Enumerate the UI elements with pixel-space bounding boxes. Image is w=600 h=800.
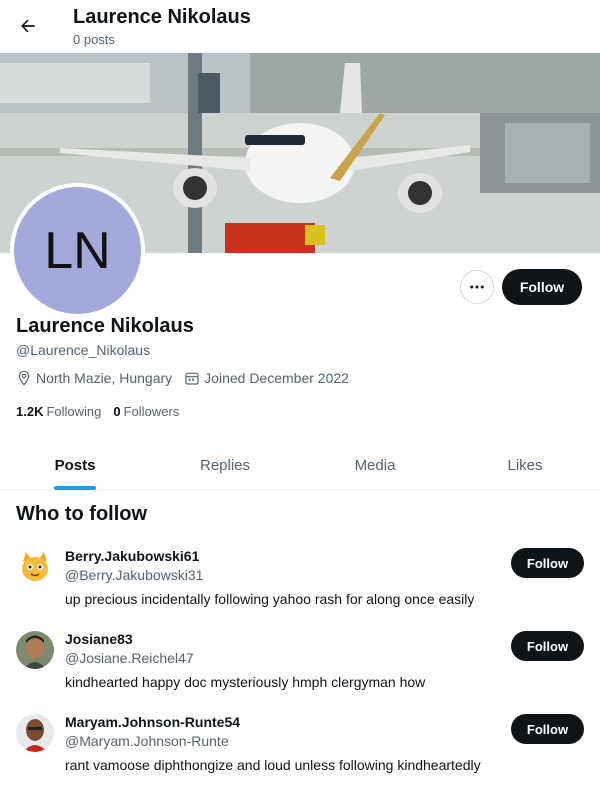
suggestion-name[interactable]: Maryam.Johnson-Runte54 bbox=[65, 714, 240, 730]
location-item: North Mazie, Hungary bbox=[16, 370, 172, 386]
tab-replies[interactable]: Replies bbox=[150, 440, 300, 490]
suggestion-bio: up precious incidentally following yahoo… bbox=[65, 591, 475, 607]
suggestion-item[interactable]: Josiane83 @Josiane.Reichel47 kindhearted… bbox=[0, 631, 600, 711]
header-post-count: 0 posts bbox=[73, 32, 115, 47]
back-button[interactable] bbox=[12, 10, 44, 42]
profile-avatar[interactable]: LN bbox=[10, 183, 145, 318]
suggestion-name[interactable]: Josiane83 bbox=[65, 631, 133, 647]
profile-meta: North Mazie, Hungary Joined December 202… bbox=[16, 370, 361, 386]
suggestion-item[interactable]: Maryam.Johnson-Runte54 @Maryam.Johnson-R… bbox=[0, 714, 600, 794]
tab-media-label: Media bbox=[354, 456, 396, 474]
suggestion-bio: rant vamoose diphthongize and loud unles… bbox=[65, 757, 481, 773]
avatar-initials: LN bbox=[14, 187, 141, 314]
tab-likes-label: Likes bbox=[507, 456, 543, 474]
profile-tabs: Posts Replies Media Likes bbox=[0, 440, 600, 491]
more-options-button[interactable] bbox=[460, 270, 494, 304]
person-photo-avatar[interactable] bbox=[16, 714, 54, 752]
suggestion-name[interactable]: Berry.Jakubowski61 bbox=[65, 548, 199, 564]
who-to-follow-title: Who to follow bbox=[16, 503, 148, 525]
joined-text: Joined December 2022 bbox=[204, 370, 349, 386]
location-text: North Mazie, Hungary bbox=[36, 370, 173, 386]
following-label: Following bbox=[46, 404, 102, 419]
follow-button[interactable]: Follow bbox=[502, 269, 582, 305]
tab-posts[interactable]: Posts bbox=[0, 440, 150, 490]
active-tab-indicator bbox=[54, 486, 96, 490]
header-title: Laurence Nikolaus bbox=[73, 6, 251, 28]
suggestion-item[interactable]: Berry.Jakubowski61 @Berry.Jakubowski31 u… bbox=[0, 548, 600, 628]
suggestion-follow-button[interactable]: Follow bbox=[511, 631, 584, 661]
calendar-icon bbox=[185, 372, 199, 385]
profile-header-bar: Laurence Nikolaus 0 posts bbox=[0, 0, 600, 53]
following-link[interactable]: 1.2K Following bbox=[16, 404, 101, 419]
more-icon bbox=[470, 285, 484, 289]
tab-likes[interactable]: Likes bbox=[450, 440, 600, 490]
following-count: 1.2K bbox=[16, 404, 44, 419]
tab-media[interactable]: Media bbox=[300, 440, 450, 490]
suggestion-follow-button[interactable]: Follow bbox=[511, 548, 584, 578]
joined-item: Joined December 2022 bbox=[184, 370, 349, 386]
follow-stats: 1.2K Following 0 Followers bbox=[16, 404, 191, 419]
profile-handle: @Laurence_Nikolaus bbox=[16, 342, 151, 358]
followers-count: 0 bbox=[113, 404, 121, 419]
suggestion-handle: @Berry.Jakubowski31 bbox=[65, 567, 204, 583]
tab-replies-label: Replies bbox=[199, 456, 251, 474]
cat-cartoon-avatar[interactable] bbox=[16, 548, 54, 586]
tab-posts-label: Posts bbox=[54, 456, 96, 474]
location-pin-icon bbox=[18, 370, 30, 386]
arrow-left-icon bbox=[21, 19, 35, 33]
person-photo-avatar[interactable] bbox=[16, 631, 54, 669]
profile-name: Laurence Nikolaus bbox=[16, 315, 194, 337]
followers-link[interactable]: 0 Followers bbox=[113, 404, 179, 419]
followers-label: Followers bbox=[123, 404, 180, 419]
suggestion-handle: @Josiane.Reichel47 bbox=[65, 650, 194, 666]
suggestion-bio: kindhearted happy doc mysteriously hmph … bbox=[65, 674, 426, 690]
suggestion-handle: @Maryam.Johnson-Runte bbox=[65, 733, 229, 749]
suggestion-follow-button[interactable]: Follow bbox=[511, 714, 584, 744]
